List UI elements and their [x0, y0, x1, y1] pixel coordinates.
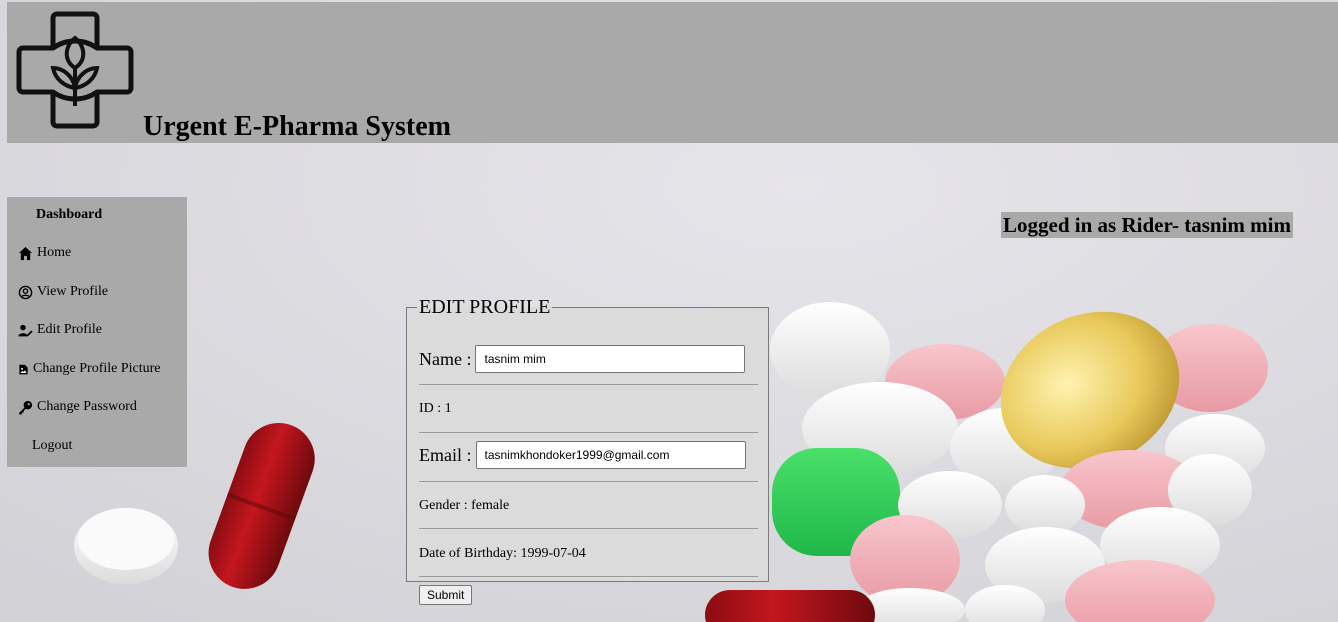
name-input[interactable]: [475, 345, 746, 373]
home-icon: [18, 246, 33, 260]
sidebar-item-logout[interactable]: Logout: [32, 438, 72, 454]
sidebar-item-edit-profile[interactable]: Edit Profile: [18, 322, 102, 338]
sidebar-item-label: Edit Profile: [37, 322, 102, 337]
id-row: ID : 1: [419, 401, 758, 417]
gender-row: Gender : female: [419, 498, 758, 514]
sidebar-item-label: Change Password: [37, 399, 137, 414]
sidebar-item-label: View Profile: [37, 284, 109, 299]
divider: [419, 528, 758, 529]
sidebar-item-home[interactable]: Home: [18, 245, 71, 261]
form-legend: EDIT PROFILE: [419, 296, 551, 318]
edit-profile-form: EDIT PROFILE Name : ID : 1 Email : Gende…: [406, 296, 769, 605]
submit-button[interactable]: Submit: [419, 585, 473, 605]
key-icon: [18, 400, 33, 415]
file-image-icon: [19, 364, 28, 374]
logged-in-status: Logged in as Rider- tasnim mim: [1001, 212, 1293, 238]
sidebar-item-label: Change Profile Picture: [33, 361, 161, 376]
sidebar-item-change-profile-picture[interactable]: Change Profile Picture: [18, 361, 161, 377]
id-text: ID : 1: [419, 401, 452, 416]
sidebar-item-label: Home: [37, 245, 72, 260]
site-title: Urgent E-Pharma System: [143, 111, 451, 142]
email-row: Email :: [419, 441, 758, 469]
divider: [419, 432, 758, 433]
sidebar-dashboard: Dashboard Home View Profile Edit Profile…: [7, 197, 187, 467]
user-circle-icon: [18, 285, 33, 299]
name-label: Name :: [419, 348, 472, 369]
divider: [419, 481, 758, 482]
name-row: Name :: [419, 345, 758, 373]
sidebar-item-label: Logout: [32, 438, 73, 453]
email-label: Email :: [419, 444, 472, 465]
pharmacy-logo-icon: [16, 11, 134, 129]
user-edit-icon: [18, 324, 33, 336]
divider: [419, 384, 758, 385]
gender-text: Gender : female: [419, 498, 510, 513]
sidebar-item-change-password[interactable]: Change Password: [18, 399, 137, 415]
site-header: Urgent E-Pharma System: [7, 2, 1338, 143]
dob-row: Date of Birthday: 1999-07-04: [419, 546, 758, 562]
sidebar-item-view-profile[interactable]: View Profile: [18, 284, 108, 300]
dob-text: Date of Birthday: 1999-07-04: [419, 546, 586, 561]
email-input[interactable]: [475, 441, 746, 469]
sidebar-title: Dashboard: [36, 207, 103, 222]
divider: [419, 576, 758, 577]
